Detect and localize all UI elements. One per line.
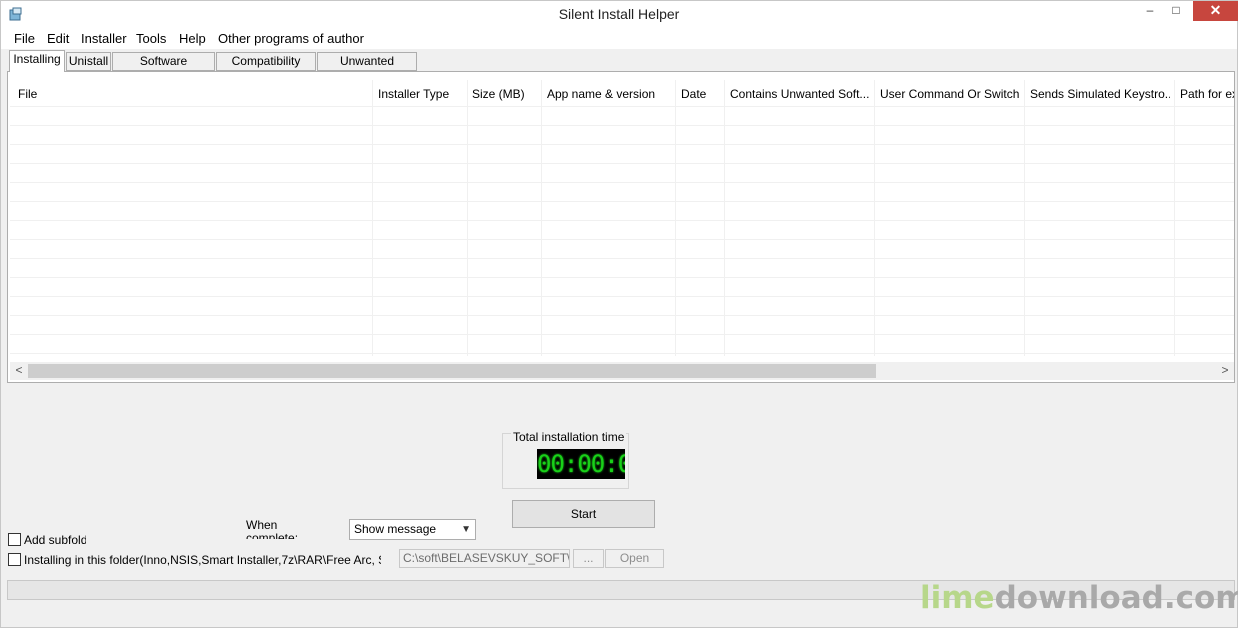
timer-display: 00:00:00 bbox=[537, 449, 625, 479]
open-button[interactable]: Open bbox=[605, 549, 664, 568]
timer-label: Total installation time bbox=[511, 430, 627, 444]
column-size[interactable]: Size (MB) bbox=[472, 87, 525, 101]
scroll-right-icon[interactable]: > bbox=[1218, 363, 1232, 379]
menu-edit[interactable]: Edit bbox=[47, 31, 69, 46]
folder-path-field[interactable]: C:\soft\BELASEVSKUY_SOFT\sc bbox=[399, 549, 570, 568]
installing-panel: File Installer Type Size (MB) App name &… bbox=[7, 71, 1235, 383]
installing-in-folder-label: Installing in this folder(Inno,NSIS,Smar… bbox=[24, 553, 381, 567]
menu-help[interactable]: Help bbox=[179, 31, 206, 46]
start-button[interactable]: Start bbox=[512, 500, 655, 528]
column-path[interactable]: Path for ex bbox=[1180, 87, 1234, 101]
app-window: Silent Install Helper – □ ✕ File Edit In… bbox=[0, 0, 1238, 628]
minimize-button[interactable]: – bbox=[1137, 1, 1163, 21]
chevron-down-icon: ▼ bbox=[461, 524, 471, 535]
column-simulated-keystrokes[interactable]: Sends Simulated Keystro... bbox=[1030, 87, 1170, 101]
horizontal-scrollbar[interactable]: < > bbox=[10, 362, 1234, 380]
add-subfolders-checkbox[interactable] bbox=[8, 533, 21, 546]
when-complete-select[interactable]: Show message ▼ bbox=[349, 519, 476, 540]
timer-group: Total installation time 00:00:00 bbox=[502, 430, 629, 489]
column-user-command[interactable]: User Command Or Switch bbox=[880, 87, 1019, 101]
menu-file[interactable]: File bbox=[14, 31, 35, 46]
tab-software-download[interactable]: Software Download bbox=[112, 52, 215, 85]
when-complete-label: When complete: bbox=[246, 519, 299, 539]
installers-grid[interactable]: File Installer Type Size (MB) App name &… bbox=[10, 80, 1234, 356]
when-complete-value: Show message bbox=[354, 522, 437, 536]
column-app-name[interactable]: App name & version bbox=[547, 87, 655, 101]
tab-unwanted-software[interactable]: Unwanted software bbox=[317, 52, 417, 85]
tab-compatibility-mode[interactable]: Compatibility mode bbox=[216, 52, 316, 85]
column-unwanted-software[interactable]: Contains Unwanted Soft... bbox=[730, 87, 870, 101]
scroll-thumb[interactable] bbox=[28, 364, 876, 378]
maximize-button[interactable]: □ bbox=[1163, 1, 1189, 21]
column-installer-type[interactable]: Installer Type bbox=[378, 87, 449, 101]
grid-body[interactable] bbox=[10, 106, 1234, 356]
tab-installing[interactable]: Installing bbox=[9, 50, 65, 72]
menu-tools[interactable]: Tools bbox=[136, 31, 166, 46]
menu-bar: File Edit Installer Tools Help Other pro… bbox=[1, 29, 1237, 49]
watermark-logo: limedownload.com bbox=[920, 580, 1238, 616]
column-file[interactable]: File bbox=[18, 87, 37, 101]
menu-installer[interactable]: Installer bbox=[81, 31, 127, 46]
installing-in-folder-checkbox[interactable] bbox=[8, 553, 21, 566]
title-bar[interactable]: Silent Install Helper – □ ✕ bbox=[1, 1, 1238, 29]
close-button[interactable]: ✕ bbox=[1193, 1, 1238, 21]
add-subfolders-label: Add subfolde bbox=[24, 533, 86, 547]
tab-unistall[interactable]: Unistall bbox=[66, 52, 111, 71]
browse-button[interactable]: ... bbox=[573, 549, 604, 568]
menu-other-programs[interactable]: Other programs of author bbox=[218, 31, 364, 46]
column-date[interactable]: Date bbox=[681, 87, 706, 101]
scroll-left-icon[interactable]: < bbox=[12, 363, 26, 379]
window-title: Silent Install Helper bbox=[558, 6, 680, 22]
grid-header: File Installer Type Size (MB) App name &… bbox=[10, 80, 1234, 108]
